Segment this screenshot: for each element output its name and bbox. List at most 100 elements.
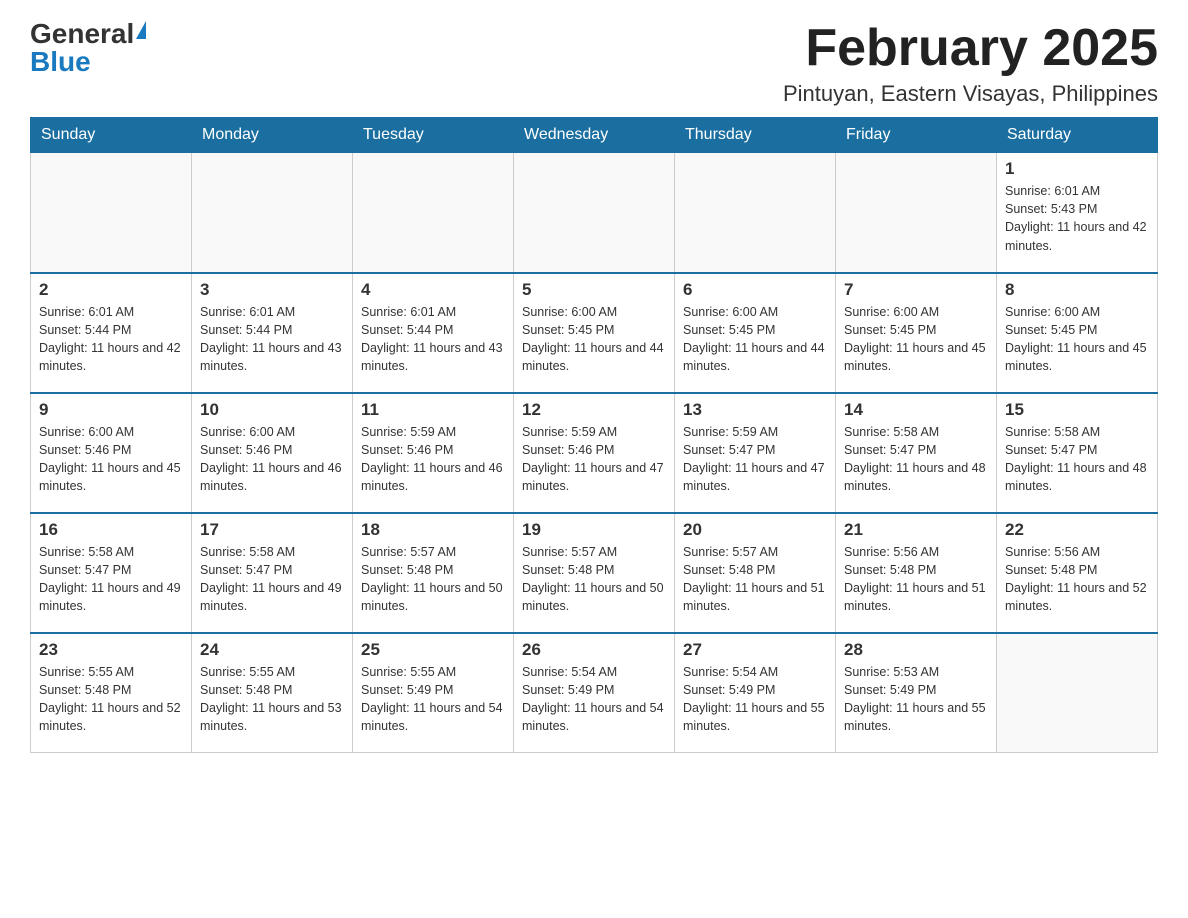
table-row: 17 Sunrise: 5:58 AM Sunset: 5:47 PM Dayli… — [192, 513, 353, 633]
day-number: 10 — [200, 400, 344, 420]
day-number: 3 — [200, 280, 344, 300]
table-row: 12 Sunrise: 5:59 AM Sunset: 5:46 PM Dayli… — [514, 393, 675, 513]
day-info: Sunrise: 6:01 AM Sunset: 5:44 PM Dayligh… — [39, 303, 183, 376]
day-info: Sunrise: 5:58 AM Sunset: 5:47 PM Dayligh… — [200, 543, 344, 616]
table-row — [997, 633, 1158, 753]
table-row: 18 Sunrise: 5:57 AM Sunset: 5:48 PM Dayli… — [353, 513, 514, 633]
day-number: 24 — [200, 640, 344, 660]
table-row: 20Sunrise: 5:57 AM Sunset: 5:48 PM Dayli… — [675, 513, 836, 633]
calendar-week-row: 2Sunrise: 6:01 AM Sunset: 5:44 PM Daylig… — [31, 273, 1158, 393]
table-row: 24Sunrise: 5:55 AM Sunset: 5:48 PM Dayli… — [192, 633, 353, 753]
table-row: 23Sunrise: 5:55 AM Sunset: 5:48 PM Dayli… — [31, 633, 192, 753]
day-number: 26 — [522, 640, 666, 660]
table-row: 28 Sunrise: 5:53 AM Sunset: 5:49 PM Dayli… — [836, 633, 997, 753]
page-header: General Blue February 2025 Pintuyan, Eas… — [30, 20, 1158, 107]
day-number: 7 — [844, 280, 988, 300]
day-info: Sunrise: 5:54 AM Sunset: 5:49 PM Dayligh… — [522, 663, 666, 736]
day-number: 15 — [1005, 400, 1149, 420]
day-info: Sunrise: 6:01 AM Sunset: 5:44 PM Dayligh… — [200, 303, 344, 376]
table-row: 26 Sunrise: 5:54 AM Sunset: 5:49 PM Dayli… — [514, 633, 675, 753]
day-info: Sunrise: 5:55 AM Sunset: 5:49 PM Dayligh… — [361, 663, 505, 736]
col-monday: Monday — [192, 118, 353, 153]
day-number: 19 — [522, 520, 666, 540]
table-row: 22Sunrise: 5:56 AM Sunset: 5:48 PM Dayli… — [997, 513, 1158, 633]
col-tuesday: Tuesday — [353, 118, 514, 153]
day-info: Sunrise: 6:00 AM Sunset: 5:45 PM Dayligh… — [522, 303, 666, 376]
table-row: 21 Sunrise: 5:56 AM Sunset: 5:48 PM Dayli… — [836, 513, 997, 633]
day-info: Sunrise: 5:57 AM Sunset: 5:48 PM Dayligh… — [361, 543, 505, 616]
day-number: 9 — [39, 400, 183, 420]
day-number: 14 — [844, 400, 988, 420]
day-number: 17 — [200, 520, 344, 540]
month-title: February 2025 — [783, 20, 1158, 77]
day-info: Sunrise: 5:58 AM Sunset: 5:47 PM Dayligh… — [39, 543, 183, 616]
day-number: 4 — [361, 280, 505, 300]
day-number: 6 — [683, 280, 827, 300]
table-row: 7 Sunrise: 6:00 AM Sunset: 5:45 PM Daylig… — [836, 273, 997, 393]
table-row: 3 Sunrise: 6:01 AM Sunset: 5:44 PM Daylig… — [192, 273, 353, 393]
day-info: Sunrise: 5:59 AM Sunset: 5:46 PM Dayligh… — [522, 423, 666, 496]
day-number: 12 — [522, 400, 666, 420]
day-info: Sunrise: 5:53 AM Sunset: 5:49 PM Dayligh… — [844, 663, 988, 736]
table-row: 11 Sunrise: 5:59 AM Sunset: 5:46 PM Dayli… — [353, 393, 514, 513]
logo-blue: Blue — [30, 48, 91, 76]
col-thursday: Thursday — [675, 118, 836, 153]
table-row — [31, 153, 192, 273]
day-info: Sunrise: 5:56 AM Sunset: 5:48 PM Dayligh… — [844, 543, 988, 616]
calendar-week-row: 1Sunrise: 6:01 AM Sunset: 5:43 PM Daylig… — [31, 153, 1158, 273]
day-number: 28 — [844, 640, 988, 660]
day-number: 23 — [39, 640, 183, 660]
table-row — [675, 153, 836, 273]
day-info: Sunrise: 5:54 AM Sunset: 5:49 PM Dayligh… — [683, 663, 827, 736]
col-saturday: Saturday — [997, 118, 1158, 153]
col-sunday: Sunday — [31, 118, 192, 153]
day-number: 16 — [39, 520, 183, 540]
day-number: 13 — [683, 400, 827, 420]
table-row: 25 Sunrise: 5:55 AM Sunset: 5:49 PM Dayli… — [353, 633, 514, 753]
table-row — [514, 153, 675, 273]
table-row: 4 Sunrise: 6:01 AM Sunset: 5:44 PM Daylig… — [353, 273, 514, 393]
logo-triangle-icon — [136, 21, 146, 39]
day-info: Sunrise: 5:59 AM Sunset: 5:47 PM Dayligh… — [683, 423, 827, 496]
day-info: Sunrise: 5:57 AM Sunset: 5:48 PM Dayligh… — [683, 543, 827, 616]
table-row — [192, 153, 353, 273]
table-row: 19Sunrise: 5:57 AM Sunset: 5:48 PM Dayli… — [514, 513, 675, 633]
day-number: 22 — [1005, 520, 1149, 540]
day-info: Sunrise: 5:59 AM Sunset: 5:46 PM Dayligh… — [361, 423, 505, 496]
day-info: Sunrise: 6:00 AM Sunset: 5:45 PM Dayligh… — [1005, 303, 1149, 376]
day-number: 1 — [1005, 159, 1149, 179]
col-friday: Friday — [836, 118, 997, 153]
day-info: Sunrise: 6:01 AM Sunset: 5:44 PM Dayligh… — [361, 303, 505, 376]
day-info: Sunrise: 6:00 AM Sunset: 5:45 PM Dayligh… — [683, 303, 827, 376]
table-row: 16 Sunrise: 5:58 AM Sunset: 5:47 PM Dayli… — [31, 513, 192, 633]
title-section: February 2025 Pintuyan, Eastern Visayas,… — [783, 20, 1158, 107]
calendar-week-row: 23Sunrise: 5:55 AM Sunset: 5:48 PM Dayli… — [31, 633, 1158, 753]
col-wednesday: Wednesday — [514, 118, 675, 153]
day-number: 18 — [361, 520, 505, 540]
day-info: Sunrise: 6:00 AM Sunset: 5:45 PM Dayligh… — [844, 303, 988, 376]
day-number: 11 — [361, 400, 505, 420]
table-row: 6 Sunrise: 6:00 AM Sunset: 5:45 PM Daylig… — [675, 273, 836, 393]
calendar-week-row: 16 Sunrise: 5:58 AM Sunset: 5:47 PM Dayli… — [31, 513, 1158, 633]
logo: General Blue — [30, 20, 146, 76]
day-number: 25 — [361, 640, 505, 660]
calendar-header-row: Sunday Monday Tuesday Wednesday Thursday… — [31, 118, 1158, 153]
table-row: 9 Sunrise: 6:00 AM Sunset: 5:46 PM Daylig… — [31, 393, 192, 513]
table-row: 14 Sunrise: 5:58 AM Sunset: 5:47 PM Dayli… — [836, 393, 997, 513]
table-row: 2Sunrise: 6:01 AM Sunset: 5:44 PM Daylig… — [31, 273, 192, 393]
day-number: 5 — [522, 280, 666, 300]
day-info: Sunrise: 5:58 AM Sunset: 5:47 PM Dayligh… — [844, 423, 988, 496]
table-row: 5 Sunrise: 6:00 AM Sunset: 5:45 PM Daylig… — [514, 273, 675, 393]
day-info: Sunrise: 6:00 AM Sunset: 5:46 PM Dayligh… — [39, 423, 183, 496]
day-number: 8 — [1005, 280, 1149, 300]
day-number: 21 — [844, 520, 988, 540]
table-row — [836, 153, 997, 273]
location-title: Pintuyan, Eastern Visayas, Philippines — [783, 81, 1158, 107]
logo-general: General — [30, 20, 134, 48]
table-row: 8 Sunrise: 6:00 AM Sunset: 5:45 PM Daylig… — [997, 273, 1158, 393]
table-row: 27Sunrise: 5:54 AM Sunset: 5:49 PM Dayli… — [675, 633, 836, 753]
calendar-week-row: 9 Sunrise: 6:00 AM Sunset: 5:46 PM Daylig… — [31, 393, 1158, 513]
table-row: 10Sunrise: 6:00 AM Sunset: 5:46 PM Dayli… — [192, 393, 353, 513]
table-row: 1Sunrise: 6:01 AM Sunset: 5:43 PM Daylig… — [997, 153, 1158, 273]
day-info: Sunrise: 5:58 AM Sunset: 5:47 PM Dayligh… — [1005, 423, 1149, 496]
